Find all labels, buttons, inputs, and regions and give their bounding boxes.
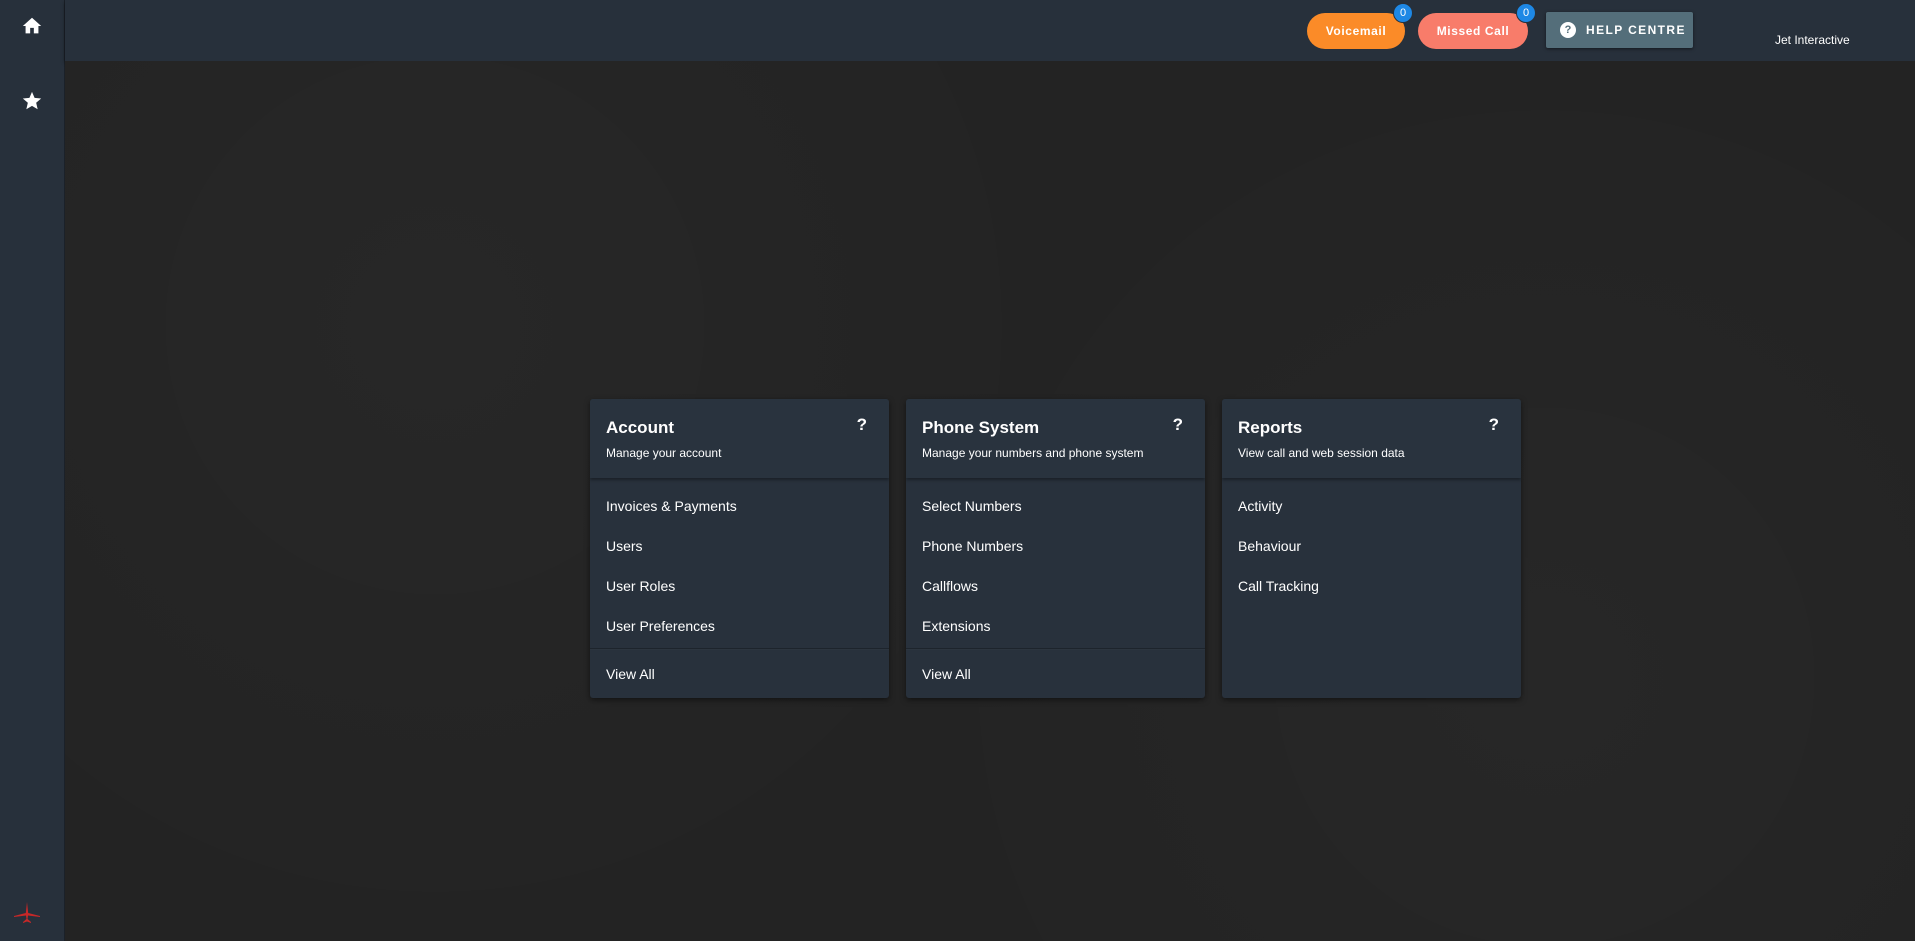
card-title: Phone System: [922, 418, 1040, 437]
menu-item-callflows[interactable]: Callflows: [906, 566, 1205, 606]
sidebar-favourites-button[interactable]: [0, 75, 65, 127]
card-reports: Reports View call and web session data ?…: [1222, 399, 1521, 698]
card-help-button[interactable]: ?: [857, 415, 867, 435]
voicemail-button[interactable]: Voicemail 0: [1307, 3, 1413, 49]
menu-item-call-tracking[interactable]: Call Tracking: [1222, 566, 1521, 606]
menu-item-activity[interactable]: Activity: [1222, 486, 1521, 526]
card-title: Account: [606, 418, 674, 437]
missed-call-count-badge: 0: [1516, 3, 1536, 23]
star-icon: [22, 91, 42, 110]
card-subtitle: Manage your numbers and phone system: [922, 446, 1144, 460]
voicemail-label: Voicemail: [1325, 24, 1387, 38]
menu-item-extensions[interactable]: Extensions: [906, 606, 1205, 646]
card-account: Account Manage your account ? Invoices &…: [590, 399, 889, 698]
card-menu: Activity Behaviour Call Tracking: [1222, 478, 1521, 606]
help-centre-label: HELP CENTRE: [1586, 23, 1686, 37]
brand-logo[interactable]: [12, 899, 42, 929]
card-phone-system: Phone System Manage your numbers and pho…: [906, 399, 1205, 698]
card-subtitle: Manage your account: [606, 446, 722, 460]
card-title: Reports: [1238, 418, 1303, 437]
account-name[interactable]: Jet Interactive: [1775, 33, 1850, 47]
view-all-link[interactable]: View All: [590, 648, 889, 698]
missed-call-label: Missed Call: [1436, 24, 1510, 38]
card-menu: Invoices & Payments Users User Roles Use…: [590, 478, 889, 646]
jet-logo-icon: [14, 902, 40, 923]
main-content: Account Manage your account ? Invoices &…: [65, 61, 1915, 941]
voicemail-count-badge: 0: [1393, 3, 1413, 23]
menu-item-user-roles[interactable]: User Roles: [590, 566, 889, 606]
sidebar-home-button[interactable]: [0, 0, 65, 52]
card-header: Phone System Manage your numbers and pho…: [906, 399, 1205, 478]
card-help-button[interactable]: ?: [1489, 415, 1499, 435]
help-circle-icon: ?: [1560, 22, 1576, 38]
menu-item-invoices-payments[interactable]: Invoices & Payments: [590, 486, 889, 526]
card-menu: Select Numbers Phone Numbers Callflows E…: [906, 478, 1205, 646]
menu-item-select-numbers[interactable]: Select Numbers: [906, 486, 1205, 526]
card-help-button[interactable]: ?: [1173, 415, 1183, 435]
card-header: Account Manage your account ?: [590, 399, 889, 478]
view-all-link[interactable]: View All: [906, 648, 1205, 698]
missed-call-button[interactable]: Missed Call 0: [1418, 3, 1536, 49]
menu-item-phone-numbers[interactable]: Phone Numbers: [906, 526, 1205, 566]
top-bar: Voicemail 0 Missed Call 0 ? HELP CENTRE …: [65, 0, 1915, 61]
home-icon: [22, 17, 42, 34]
menu-item-behaviour[interactable]: Behaviour: [1222, 526, 1521, 566]
menu-item-users[interactable]: Users: [590, 526, 889, 566]
card-subtitle: View call and web session data: [1238, 446, 1405, 460]
menu-item-user-preferences[interactable]: User Preferences: [590, 606, 889, 646]
help-centre-button[interactable]: ? HELP CENTRE: [1546, 12, 1693, 48]
sidebar: [0, 0, 65, 941]
card-header: Reports View call and web session data ?: [1222, 399, 1521, 478]
